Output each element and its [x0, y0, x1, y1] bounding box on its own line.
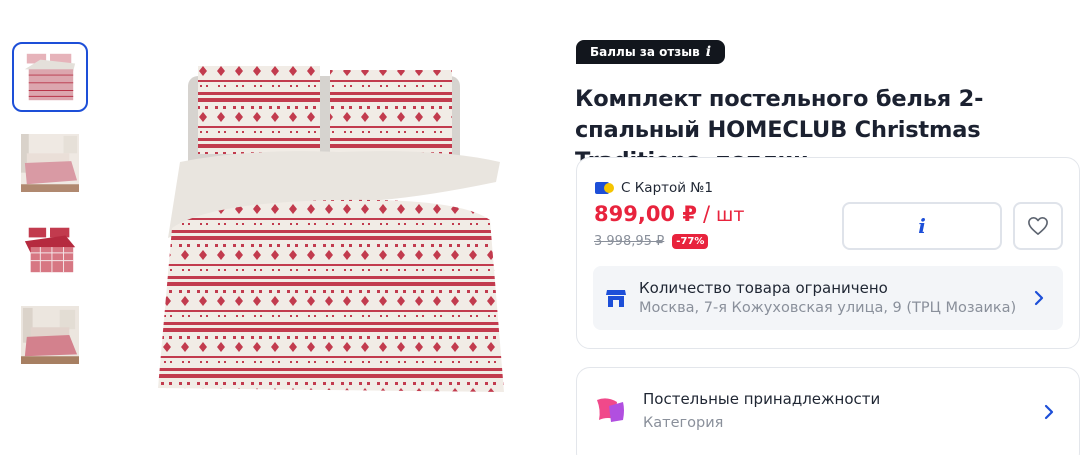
- category-card[interactable]: Постельные принадлежности Категория: [576, 367, 1080, 455]
- pillow-category-icon: [597, 398, 624, 422]
- thumb-product-front[interactable]: [12, 42, 88, 112]
- favorite-button[interactable]: [1013, 202, 1063, 250]
- old-price: 3 998,95 ₽: [594, 234, 665, 249]
- thumb-red-check-set-image: [24, 227, 76, 273]
- category-title: Постельные принадлежности: [643, 390, 881, 408]
- thumb-bedroom-interior-2-image: [21, 306, 79, 364]
- old-price-row: 3 998,95 ₽ -77%: [594, 234, 709, 249]
- thumb-bedroom-interior-image: [21, 134, 79, 192]
- store-address: Москва, 7-я Кожуховская улица, 9 (ТРЦ Мо…: [639, 300, 1017, 316]
- price-unit: шт: [716, 204, 745, 226]
- info-icon: i: [918, 214, 926, 238]
- info-icon: i: [705, 44, 712, 60]
- price-card: С Картой №1 899,00 ₽ / шт 3 998,95 ₽ -77…: [576, 157, 1080, 349]
- current-price: 899,00 ₽ / шт: [594, 202, 745, 226]
- review-points-label: Баллы за отзыв: [590, 45, 700, 59]
- category-subtitle: Категория: [643, 415, 724, 431]
- chevron-right-icon: [1044, 404, 1054, 420]
- thumb-product-front-image: [24, 53, 76, 101]
- price-slash: /: [702, 202, 711, 226]
- discount-badge: -77%: [672, 234, 709, 249]
- bedding-set-illustration: [158, 66, 504, 392]
- store-availability-row[interactable]: Количество товара ограничено Москва, 7-я…: [593, 266, 1063, 330]
- loyalty-card-icon: [595, 182, 614, 194]
- heart-icon: [1028, 217, 1048, 235]
- stock-status: Количество товара ограничено: [639, 279, 888, 297]
- loyalty-card-label: С Картой №1: [595, 180, 713, 196]
- main-product-image[interactable]: [140, 52, 520, 412]
- thumb-bedroom-interior[interactable]: [12, 128, 88, 198]
- review-points-badge[interactable]: Баллы за отзыв i: [576, 40, 726, 64]
- loyalty-card-text: С Картой №1: [621, 180, 713, 196]
- price-value: 899,00 ₽: [594, 202, 697, 226]
- store-icon: [606, 290, 626, 307]
- price-info-button[interactable]: i: [842, 202, 1002, 250]
- thumb-red-check-set[interactable]: [12, 214, 88, 284]
- chevron-right-icon: [1034, 290, 1044, 306]
- thumb-bedroom-interior-2[interactable]: [12, 300, 88, 370]
